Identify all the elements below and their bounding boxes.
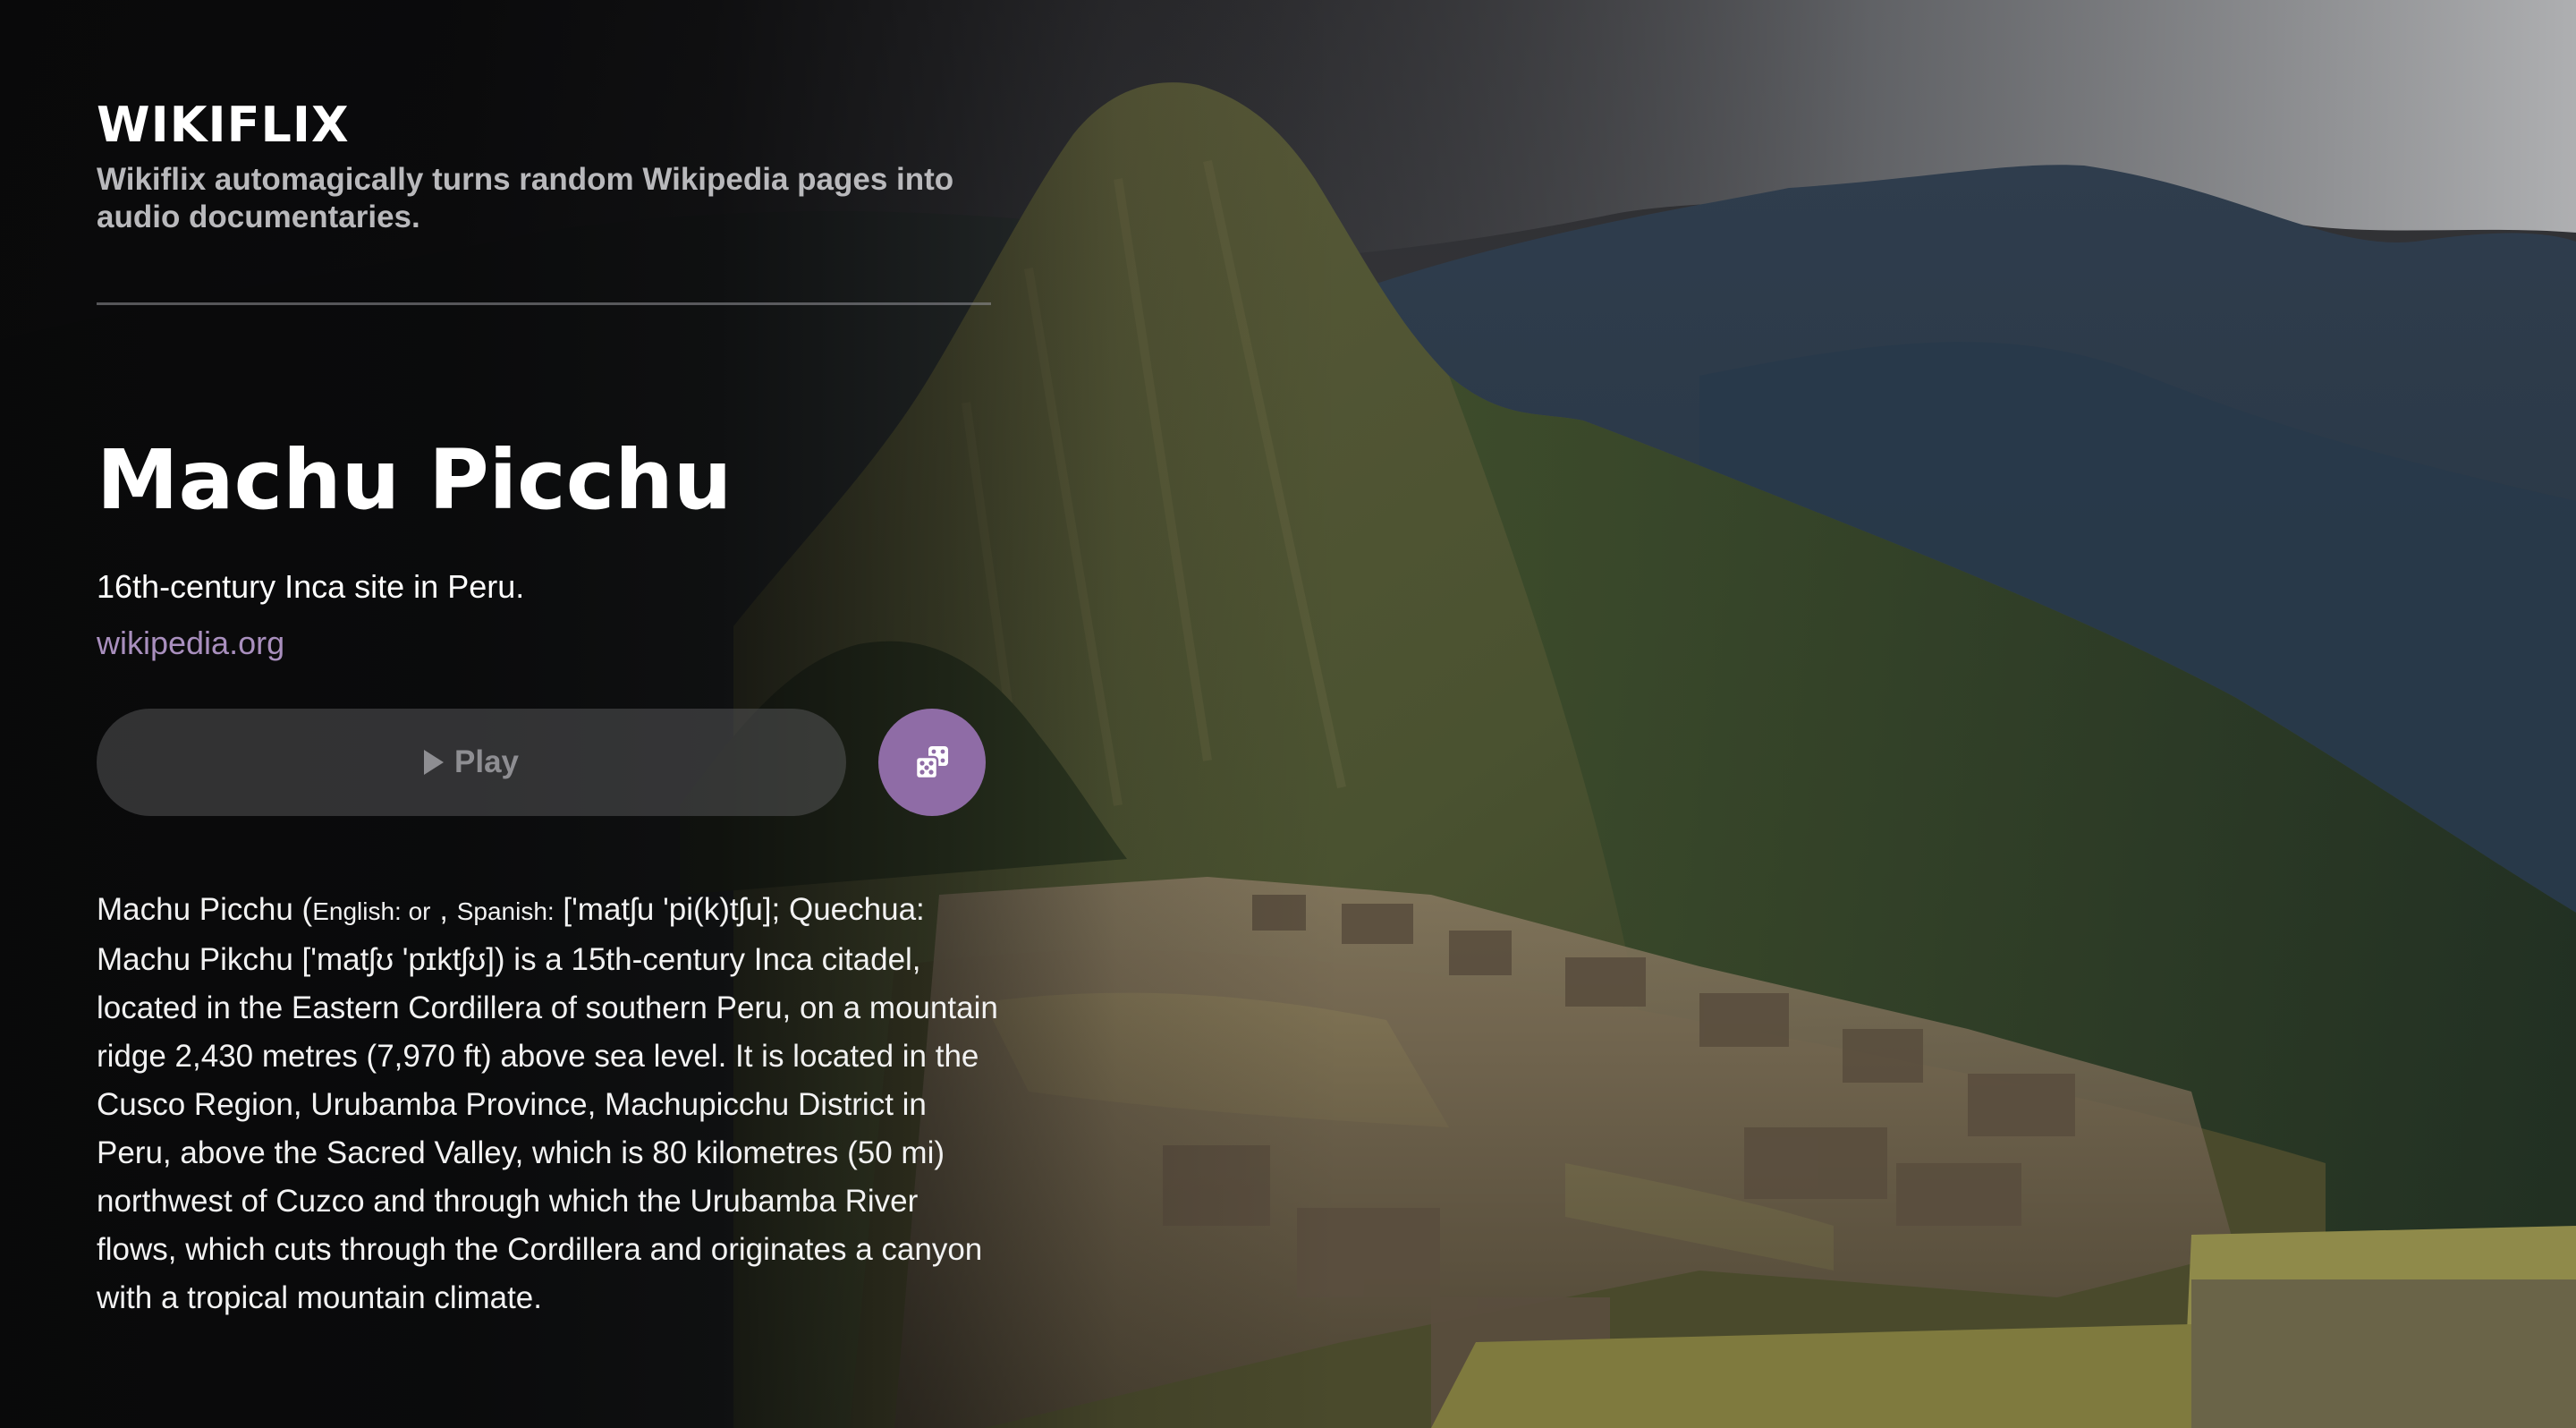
article-description: 16th-century Inca site in Peru. (97, 568, 525, 605)
brand-tagline: Wikiflix automagically turns random Wiki… (97, 162, 954, 234)
source-link[interactable]: wikipedia.org (97, 623, 284, 664)
pronunciation-english-label: English: or (312, 897, 431, 925)
summary-text-start: Machu Picchu ( (97, 892, 313, 927)
play-button[interactable]: Play (97, 709, 846, 816)
article-summary: Machu Picchu (English: or , Spanish: ['m… (97, 886, 1000, 1322)
random-article-button[interactable] (878, 709, 986, 816)
page-title: Machu Picchu (97, 432, 733, 528)
summary-text-body: ['matʃu 'pi(k)tʃu]; Quechua: Machu Pikch… (97, 892, 998, 1315)
pronunciation-spanish-label: Spanish: (456, 897, 555, 925)
dice-icon (914, 746, 948, 780)
summary-text-separator: , (430, 892, 457, 927)
play-button-label: Play (454, 744, 519, 779)
brand-logo[interactable]: WIKIFLIX (97, 97, 350, 154)
header-divider (97, 302, 991, 305)
play-icon (424, 750, 444, 775)
